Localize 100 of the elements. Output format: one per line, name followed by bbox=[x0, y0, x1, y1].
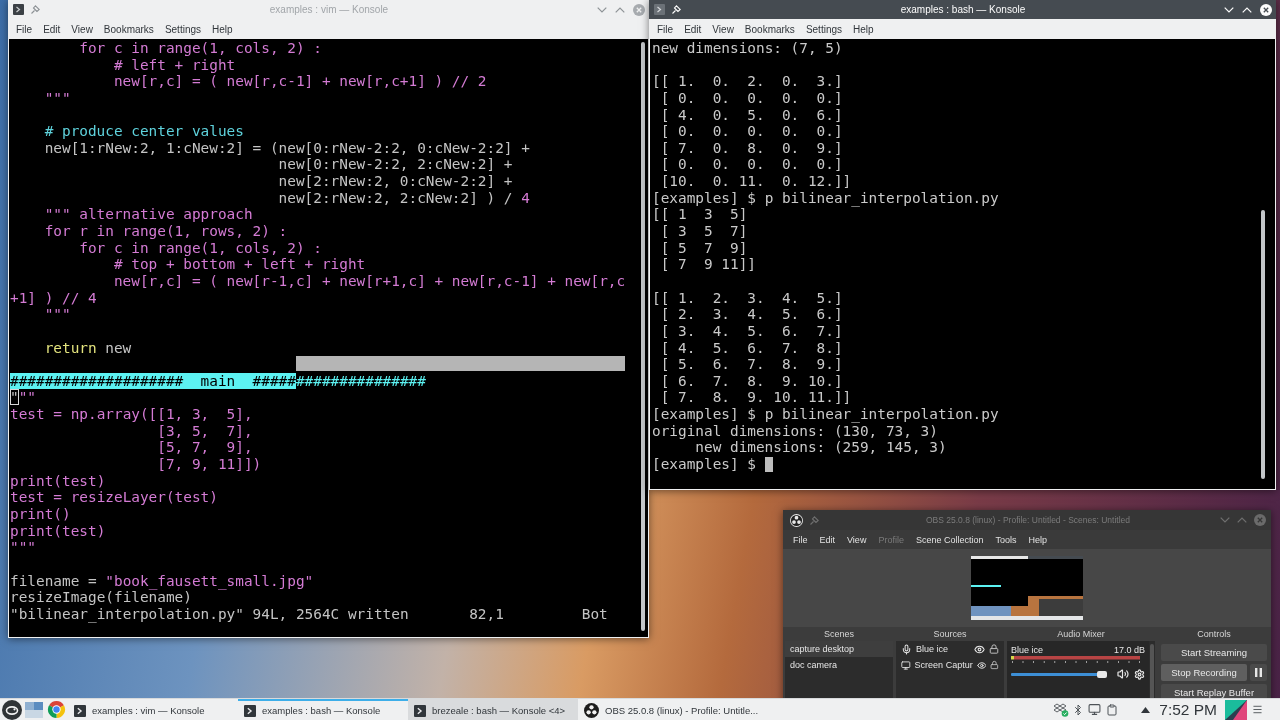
code-line: for r in range(1, rows, 2) : bbox=[44, 223, 288, 240]
window-title: examples : vim — Konsole bbox=[269, 4, 389, 15]
clock: 7:52 PM bbox=[1159, 700, 1217, 719]
menu-item[interactable]: Scene Collection bbox=[910, 532, 989, 547]
menu-item[interactable]: Help bbox=[848, 21, 879, 37]
lock-icon[interactable] bbox=[990, 660, 999, 670]
channel-name: Blue ice bbox=[1011, 644, 1044, 655]
code-line: """ bbox=[44, 89, 71, 107]
expand-icon[interactable] bbox=[1141, 706, 1151, 713]
terminal-line: new dimensions: (7, 5) bbox=[652, 40, 843, 57]
task-button[interactable]: brezeale : bash — Konsole <4> bbox=[408, 699, 578, 720]
terminal-line: [ 0. 0. 0. 0. 0.] bbox=[660, 89, 843, 107]
tiles-icon[interactable] bbox=[1225, 699, 1247, 720]
terminal-icon bbox=[13, 4, 24, 15]
menu-item[interactable]: View bbox=[707, 21, 739, 37]
menu-icon[interactable] bbox=[1252, 704, 1263, 715]
terminal-line: original dimensions: (130, 73, 3) bbox=[652, 422, 938, 440]
sync-icon[interactable] bbox=[1053, 702, 1070, 717]
scrollbar[interactable] bbox=[1261, 210, 1265, 479]
monitor-icon bbox=[901, 659, 911, 671]
launcher-icon[interactable] bbox=[2, 699, 22, 720]
code-line: return new bbox=[44, 339, 132, 357]
window-title: examples : bash — Konsole bbox=[900, 4, 1026, 15]
close-icon[interactable] bbox=[1260, 3, 1272, 16]
settings-icon[interactable] bbox=[1134, 668, 1145, 680]
menu-item[interactable]: Edit bbox=[679, 21, 707, 37]
task-button[interactable]: OBS 25.0.8 (linux) - Profile: Untitle... bbox=[578, 699, 765, 720]
menu-item[interactable]: View bbox=[66, 21, 98, 37]
volume-reading: 17.0 dB bbox=[1113, 644, 1145, 655]
terminal-line: [ 5 7 9] bbox=[660, 239, 748, 257]
code-line: [7, 9, 11]]) bbox=[157, 456, 262, 473]
code-line: for c in range(1, cols, 2) : bbox=[79, 40, 322, 57]
terminal-line: [[ 1. 0. 2. 0. 3.] bbox=[652, 73, 843, 90]
terminal-icon bbox=[74, 704, 86, 717]
panel-title: Scenes bbox=[824, 629, 854, 639]
monitor-icon[interactable] bbox=[1088, 703, 1102, 716]
pause-button[interactable] bbox=[1250, 664, 1267, 681]
code-line: # produce center values bbox=[44, 123, 244, 140]
menu-item[interactable]: File bbox=[788, 532, 813, 547]
eye-icon[interactable] bbox=[976, 659, 987, 671]
terminal-line: [ 4. 5. 6. 7. 8.] bbox=[660, 339, 843, 357]
eye-icon[interactable] bbox=[974, 643, 985, 655]
menu-item[interactable]: Bookmarks bbox=[98, 21, 159, 37]
code-line: for c in range(1, cols, 2) : bbox=[79, 239, 322, 257]
menu-item[interactable]: Edit bbox=[814, 532, 841, 547]
terminal-line: [examples] $ bbox=[652, 456, 756, 473]
menu-item[interactable]: Help bbox=[1023, 532, 1052, 547]
microphone-icon bbox=[901, 643, 912, 655]
scene-item[interactable]: doc camera bbox=[785, 657, 893, 673]
code-line: test = resizeLayer(test) bbox=[10, 489, 218, 506]
code-line: new[2:rNew:2, 2:cNew:2] ) / 4 bbox=[278, 189, 530, 207]
scroll-position: Bot bbox=[581, 605, 608, 623]
code-line: +1] ) // 4 bbox=[10, 289, 97, 307]
menu-item[interactable]: File bbox=[652, 21, 679, 37]
terminal-line: [ 2. 3. 4. 5. 6.] bbox=[660, 306, 843, 323]
code-line: """ bbox=[10, 539, 36, 556]
lock-icon[interactable] bbox=[989, 644, 999, 654]
code-line: """ bbox=[10, 389, 36, 407]
window-title: OBS 25.0.8 (linux) - Profile: Untitled - Scenes: Untitled bbox=[925, 515, 1131, 525]
scrollbar[interactable] bbox=[641, 42, 645, 631]
menu-item[interactable]: File bbox=[11, 21, 38, 37]
terminal-line: [ 7. 8. 9. 10. 11.]] bbox=[660, 389, 852, 407]
source-name[interactable]: Screen Captur bbox=[914, 660, 973, 670]
code-line: filename = "book_fausett_small.jpg" bbox=[10, 572, 314, 590]
code-line: """ bbox=[44, 306, 71, 323]
code-line: resizeImage(filename) bbox=[10, 589, 192, 606]
code-line: print() bbox=[10, 505, 71, 523]
terminal-line: [ 3. 4. 5. 6. 7.] bbox=[660, 322, 843, 340]
terminal-icon bbox=[244, 704, 256, 717]
task-button[interactable]: examples : bash — Konsole bbox=[238, 699, 408, 720]
menu-item[interactable]: Settings bbox=[800, 21, 847, 37]
speaker-icon[interactable] bbox=[1117, 668, 1129, 680]
code-line: [3, 5, 7], bbox=[157, 422, 253, 440]
control-button[interactable]: Start Replay Buffer bbox=[1161, 684, 1267, 698]
terminal-line: new dimensions: (259, 145, 3) bbox=[695, 439, 947, 457]
code-line: # left + right bbox=[113, 56, 236, 74]
menu-item[interactable]: View bbox=[842, 532, 872, 547]
terminal-line: [ 0. 0. 0. 0. 0.] bbox=[660, 156, 843, 174]
code-line: new[r,c] = ( new[r,c-1] + new[r,c+1] ) // 2 bbox=[113, 73, 487, 90]
menu-item[interactable]: Help bbox=[207, 21, 238, 37]
cursor-position: 82,1 bbox=[469, 605, 504, 623]
menu-item[interactable]: Settings bbox=[159, 21, 206, 37]
terminal-icon bbox=[414, 704, 426, 717]
code-line: print(test) bbox=[10, 522, 106, 540]
control-button[interactable]: Stop Recording bbox=[1161, 664, 1247, 681]
clipboard-icon[interactable] bbox=[1106, 703, 1119, 716]
scene-item[interactable]: capture desktop bbox=[785, 641, 893, 657]
source-name[interactable]: Blue ice bbox=[916, 644, 970, 654]
control-button[interactable]: Start Streaming bbox=[1161, 644, 1267, 661]
menu-item[interactable]: Tools bbox=[990, 532, 1022, 547]
task-button[interactable]: examples : vim — Konsole bbox=[68, 699, 238, 720]
menu-item[interactable]: Bookmarks bbox=[739, 21, 800, 37]
browser-icon[interactable] bbox=[47, 700, 66, 719]
menu-item[interactable]: Edit bbox=[38, 21, 66, 37]
code-line: new[r,c] = ( new[r-1,c] + new[r+1,c] + new[r,c-1] + new[r,c bbox=[113, 272, 626, 290]
code-line: print(test) bbox=[10, 472, 106, 490]
terminal-line: [ 3 5 7] bbox=[660, 223, 748, 240]
code-line: test = np.array([[1, 3, 5], bbox=[10, 406, 253, 423]
terminal-line: [ 0. 0. 0. 0. 0.] bbox=[660, 123, 843, 140]
terminal-line: [examples] $ p bilinear_interpolation.py bbox=[652, 406, 999, 423]
